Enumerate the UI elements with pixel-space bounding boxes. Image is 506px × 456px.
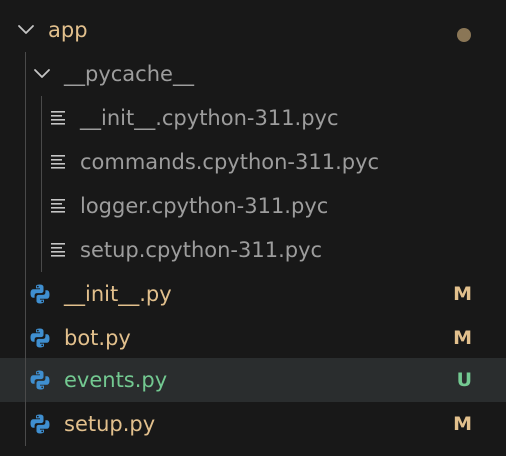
git-status-badge: U <box>456 369 472 391</box>
file-row-pyc[interactable]: logger.cpython-311.pyc <box>0 184 506 228</box>
git-status-badge: M <box>453 327 472 349</box>
indent-guide <box>25 402 26 446</box>
python-icon <box>30 284 50 304</box>
file-lines-icon <box>51 199 65 213</box>
file-row-python[interactable]: setup.py M <box>0 402 506 446</box>
indent-guide <box>41 184 42 228</box>
indent-guide <box>41 96 42 140</box>
chevron-down-icon[interactable] <box>15 19 37 41</box>
file-row-pyc[interactable]: setup.cpython-311.pyc <box>0 228 506 272</box>
file-name: commands.cpython-311.pyc <box>80 150 380 174</box>
file-lines-icon <box>51 243 65 257</box>
modified-dot-indicator <box>457 28 471 42</box>
file-row-pyc[interactable]: commands.cpython-311.pyc <box>0 140 506 184</box>
folder-row-pycache[interactable]: __pycache__ <box>0 52 506 96</box>
file-name: events.py <box>64 368 168 392</box>
file-lines-icon <box>51 155 65 169</box>
indent-guide <box>25 52 26 96</box>
file-name: setup.cpython-311.pyc <box>80 238 323 262</box>
python-icon <box>30 370 50 390</box>
indent-guide <box>25 228 26 272</box>
indent-guide <box>25 184 26 228</box>
git-status-badge: M <box>453 413 472 435</box>
folder-name-pycache: __pycache__ <box>64 62 194 86</box>
folder-name-app: app <box>48 18 88 42</box>
indent-guide <box>25 358 26 402</box>
git-status-badge: M <box>453 283 472 305</box>
file-name: logger.cpython-311.pyc <box>80 194 329 218</box>
indent-guide <box>25 140 26 184</box>
file-explorer-tree: app __pycache__ __init__.cpython-311.pyc <box>0 0 506 456</box>
folder-row-app[interactable]: app <box>0 8 506 52</box>
indent-guide <box>25 316 26 360</box>
indent-guide <box>41 140 42 184</box>
file-lines-icon <box>51 111 65 125</box>
python-icon <box>30 328 50 348</box>
indent-guide <box>41 228 42 272</box>
chevron-down-icon[interactable] <box>31 63 53 85</box>
file-name: setup.py <box>64 412 156 436</box>
indent-guide <box>25 96 26 140</box>
python-icon <box>30 414 50 434</box>
file-row-python[interactable]: bot.py M <box>0 316 506 360</box>
indent-guide <box>25 272 26 316</box>
file-row-pyc[interactable]: __init__.cpython-311.pyc <box>0 96 506 140</box>
file-name: __init__.cpython-311.pyc <box>80 106 339 130</box>
file-name: bot.py <box>64 326 131 350</box>
file-row-python[interactable]: __init__.py M <box>0 272 506 316</box>
file-name: __init__.py <box>64 282 172 306</box>
file-row-python-selected[interactable]: events.py U <box>0 358 506 402</box>
